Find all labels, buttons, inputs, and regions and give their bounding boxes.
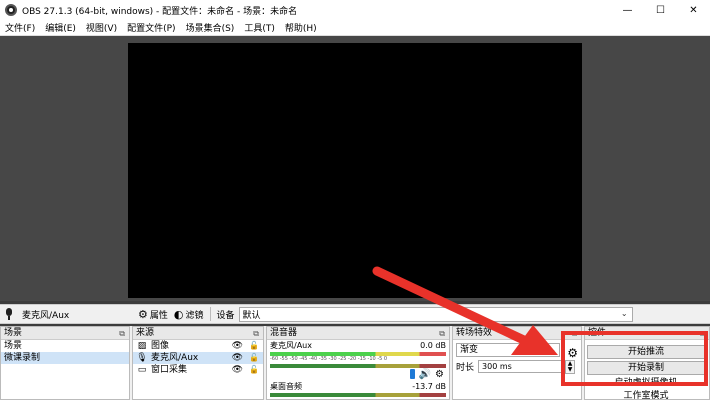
device-label: 设备 — [216, 310, 235, 321]
sources-dock: 来源 ⧉ ▨ 图像 👁 🔓 🎙 麦克风/Aux 👁 🔓 ▭ 窗口采集 👁 🔓 — [132, 326, 264, 400]
menu-file[interactable]: 文件(F) — [0, 21, 40, 34]
window-controls: — ☐ ✕ — [611, 0, 710, 20]
transition-type-row: 渐变 ⌄ — [453, 342, 581, 357]
start-stream-button[interactable]: 开始推流 — [587, 345, 705, 359]
scenes-dock-title: 场景 ⧉ — [1, 327, 129, 340]
transitions-title: 转场特效 — [456, 328, 493, 338]
filters-label: 滤镜 — [185, 310, 204, 321]
lock-icon[interactable]: 🔓 — [249, 352, 259, 364]
gear-icon[interactable]: ⚙ — [435, 369, 444, 380]
sources-dock-title: 来源 ⧉ — [133, 327, 263, 340]
title-bar: OBS 27.1.3 (64-bit, windows) - 配置文件：未命名 … — [0, 0, 710, 20]
scene-item-selected[interactable]: 微课录制 — [1, 352, 129, 364]
source-item[interactable]: ▨ 图像 👁 🔓 — [133, 340, 263, 352]
minimize-button[interactable]: — — [611, 0, 644, 20]
start-record-button[interactable]: 开始录制 — [587, 361, 705, 375]
menu-edit[interactable]: 编辑(E) — [40, 21, 81, 34]
mixer-channel-controls: 🔊 ⚙ — [270, 368, 446, 380]
transition-type-value: 渐变 — [460, 344, 479, 355]
mixer-channel-db: 0.0 dB — [420, 341, 446, 350]
filter-icon: ◐ — [173, 307, 184, 321]
menu-scene-collection[interactable]: 场景集合(S) — [181, 21, 240, 34]
selected-source-indicator: 麦克风/Aux — [0, 305, 132, 323]
undock-icon[interactable]: ⧉ — [699, 327, 705, 340]
menu-bar: 文件(F) 编辑(E) 视图(V) 配置文件(P) 场景集合(S) 工具(T) … — [0, 20, 710, 36]
source-item-selected[interactable]: 🎙 麦克风/Aux 👁 🔓 — [133, 352, 263, 364]
scene-item-label: 微课录制 — [4, 353, 41, 363]
obs-logo-icon — [5, 4, 17, 16]
eye-icon[interactable]: 👁 — [232, 340, 243, 352]
volume-slider[interactable] — [409, 369, 415, 379]
undock-icon[interactable]: ⧉ — [119, 327, 125, 340]
source-item[interactable]: ▭ 窗口采集 👁 🔓 — [133, 364, 263, 376]
eye-icon[interactable]: 👁 — [232, 352, 243, 364]
menu-tools[interactable]: 工具(T) — [239, 21, 280, 34]
maximize-button[interactable]: ☐ — [644, 0, 677, 20]
menu-help[interactable]: 帮助(H) — [280, 21, 322, 34]
mixer-channel: 麦克风/Aux 0.0 dB -60 -55 -50 -45 -40 -35 -… — [267, 340, 449, 381]
mixer-title: 混音器 — [270, 328, 298, 338]
scene-item[interactable]: 场景 — [1, 340, 129, 352]
duration-label: 时长 — [456, 363, 475, 373]
transition-type-select[interactable]: 渐变 ⌄ — [456, 342, 560, 357]
mixer-dock: 混音器 ⧉ 麦克风/Aux 0.0 dB -60 -55 -50 -45 -40… — [266, 326, 450, 400]
gear-icon: ⚙ — [138, 307, 148, 321]
selected-source-name: 麦克风/Aux — [22, 310, 70, 321]
source-item-label: 窗口采集 — [151, 365, 188, 375]
properties-button[interactable]: ⚙ 属性 — [138, 308, 168, 321]
mixer-channel-name: 桌面音频 — [270, 382, 302, 391]
undock-icon[interactable]: ⧉ — [253, 327, 259, 340]
chevron-down-icon: ⌄ — [549, 344, 556, 354]
controls-dock: 控件 ⧉ 开始推流 开始录制 启动虚拟摄像机 工作室模式 — [584, 326, 710, 400]
controls-dock-title: 控件 ⧉ — [585, 327, 709, 340]
filters-button[interactable]: ◐ 滤镜 — [174, 308, 204, 321]
chevron-down-icon: ⌄ — [620, 308, 628, 318]
scene-item-label: 场景 — [4, 341, 23, 351]
menu-profile[interactable]: 配置文件(P) — [122, 21, 180, 34]
transitions-dock: 转场特效 ⧉ 渐变 ⌄ 时长 300 ms ▲ ▼ ⚙ — [452, 326, 582, 400]
sources-title: 来源 — [136, 328, 155, 338]
scenes-dock: 场景 ⧉ 场景 微课录制 — [0, 326, 130, 400]
source-toolbar: 麦克风/Aux ⚙ 属性 ◐ 滤镜 设备 默认 ⌄ — [0, 304, 710, 324]
microphone-icon — [4, 308, 14, 320]
lock-icon[interactable]: 🔓 — [249, 364, 259, 376]
mixer-channel-name: 麦克风/Aux — [270, 341, 312, 350]
device-select[interactable]: 默认 ⌄ — [238, 306, 633, 322]
close-button[interactable]: ✕ — [677, 0, 710, 20]
transition-duration-row: 时长 300 ms ▲ ▼ — [453, 359, 581, 374]
menu-view[interactable]: 视图(V) — [81, 21, 122, 34]
source-item-label: 图像 — [151, 341, 170, 351]
device-select-value: 默认 — [242, 310, 261, 321]
gear-icon[interactable]: ⚙ — [567, 346, 578, 360]
virtual-camera-button[interactable]: 启动虚拟摄像机 — [587, 378, 705, 388]
preview-canvas[interactable] — [128, 43, 582, 298]
duration-input[interactable]: 300 ms — [478, 360, 564, 373]
image-icon: ▨ — [137, 341, 147, 351]
volume-meter — [270, 393, 446, 397]
mixer-channel: 桌面音频 -13.7 dB — [267, 381, 449, 398]
studio-mode-button[interactable]: 工作室模式 — [587, 391, 705, 400]
toolbar-divider — [209, 307, 211, 321]
eye-icon[interactable]: 👁 — [232, 364, 243, 376]
dock-area: 场景 ⧉ 场景 微课录制 来源 ⧉ ▨ 图像 👁 🔓 🎙 麦克风/Aux 👁 🔓 — [0, 326, 710, 400]
mixer-dock-title: 混音器 ⧉ — [267, 327, 449, 340]
undock-icon[interactable]: ⧉ — [571, 327, 577, 340]
duration-stepper[interactable]: ▲ ▼ — [565, 359, 576, 374]
controls-title: 控件 — [588, 328, 607, 338]
undock-icon[interactable]: ⧉ — [439, 327, 445, 340]
window-capture-icon: ▭ — [137, 365, 147, 375]
properties-label: 属性 — [149, 310, 168, 321]
microphone-icon: 🎙 — [136, 353, 148, 363]
speaker-icon[interactable]: 🔊 — [419, 369, 431, 380]
mixer-channel-db: -13.7 dB — [412, 382, 446, 391]
window-title: OBS 27.1.3 (64-bit, windows) - 配置文件：未命名 … — [22, 6, 298, 17]
mixer-channel-header: 桌面音频 -13.7 dB — [270, 382, 446, 392]
preview-area — [0, 36, 710, 301]
mixer-channel-header: 麦克风/Aux 0.0 dB — [270, 341, 446, 351]
lock-icon[interactable]: 🔓 — [249, 340, 259, 352]
source-item-label: 麦克风/Aux — [151, 353, 199, 363]
transitions-dock-title: 转场特效 ⧉ — [453, 327, 581, 340]
meter-ticks: -60 -55 -50 -45 -40 -35 -30 -25 -20 -15 … — [270, 356, 388, 362]
scenes-title: 场景 — [4, 328, 23, 338]
